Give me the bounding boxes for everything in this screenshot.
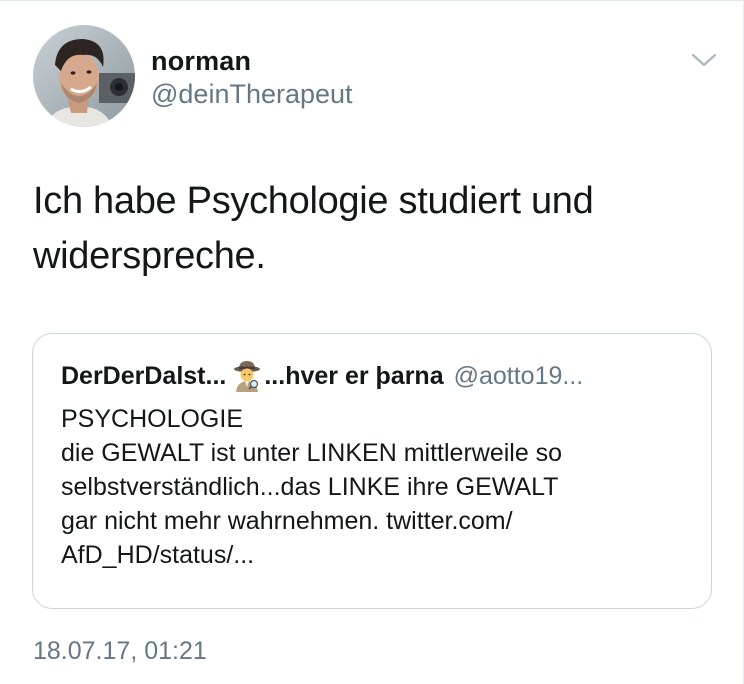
quoted-text-line: gar nicht mehr wahrnehmen. twitter.com/ [61,507,513,535]
chevron-down-icon [691,53,717,67]
detective-emoji-icon [232,360,262,392]
quoted-text-line: AfD_HD/status/... [61,541,255,569]
quoted-author-name-part1: DerDerDalst... [61,361,227,390]
quoted-tweet-card[interactable]: DerDerDalst... ...hver er þarna @aotto19… [32,333,712,609]
quoted-text-line: selbstverständlich...das LINKE ihre GEWA… [61,473,559,501]
top-divider [0,0,744,1]
quoted-tweet-header: DerDerDalst... ...hver er þarna @aotto19… [61,359,583,393]
tweet-menu-button[interactable] [690,50,718,70]
quoted-text-line: PSYCHOLOGIE [61,405,243,433]
tweet-text-line: widerspreche. [33,235,266,277]
quoted-author-handle: @aotto19... [453,361,584,390]
quoted-text-line: die GEWALT ist unter LINKEN mittlerweile… [61,439,563,467]
quoted-tweet-text: PSYCHOLOGIE die GEWALT ist unter LINKEN … [61,402,691,572]
tweet-text: Ich habe Psychologie studiert und widers… [33,174,713,284]
tweet-timestamp[interactable]: 18.07.17, 01:21 [33,637,207,666]
author-name[interactable]: norman [151,46,251,77]
author-avatar[interactable] [33,25,135,127]
avatar-photo-icon [33,25,135,127]
quoted-author-name-part2: ...hver er þarna [264,361,444,390]
author-handle[interactable]: @deinTherapeut [151,79,353,110]
tweet-text-line: Ich habe Psychologie studiert und [33,180,594,222]
